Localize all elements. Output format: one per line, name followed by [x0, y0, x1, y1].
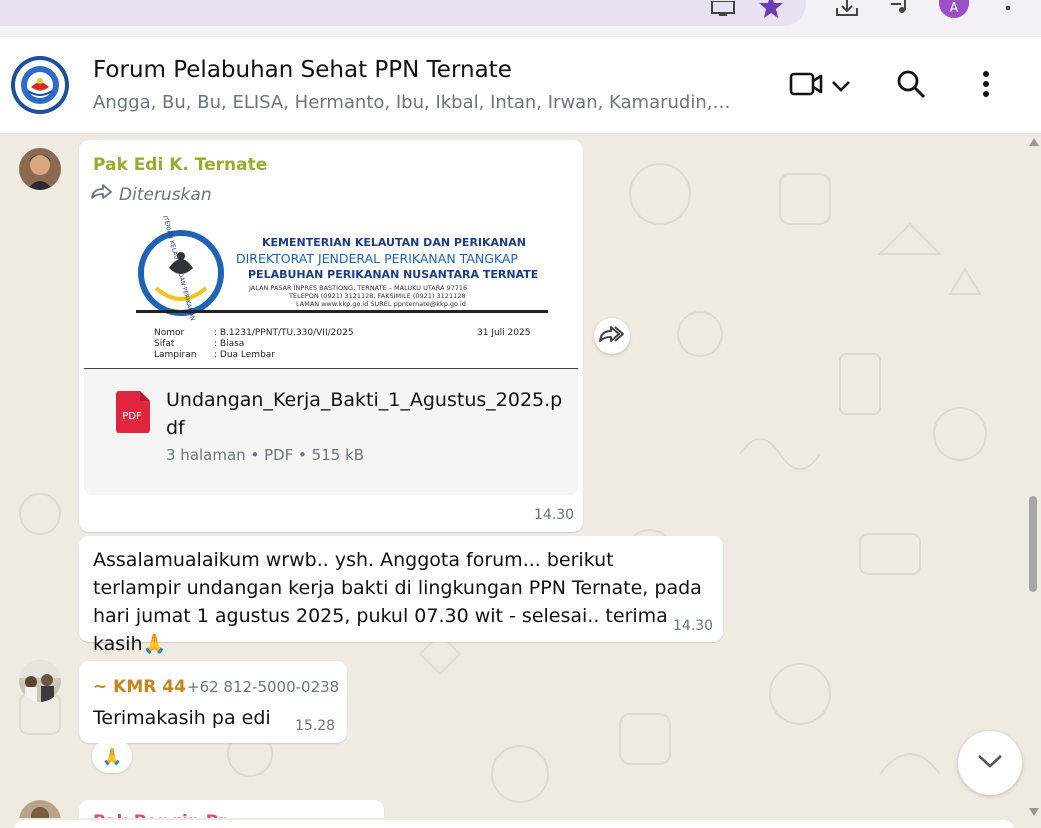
chat-header[interactable]: Forum Pelabuhan Sehat PPN Ternate Angga,…: [0, 37, 1041, 134]
message-bubble[interactable]: ~ KMR 44 +62 812-5000-0238 Terimakasih p…: [79, 661, 347, 743]
scroll-to-bottom-button[interactable]: [958, 731, 1022, 795]
message-text: Assalamualaikum wrwb.. ysh. Anggota foru…: [93, 549, 702, 655]
sender-avatar[interactable]: [19, 148, 61, 190]
document-filename[interactable]: Undangan_Kerja_Bakti_1_Agustus_2025.pdf: [166, 386, 566, 442]
scrollbar-thumb[interactable]: [1029, 496, 1037, 592]
letter-field-value: : Dua Lembar: [214, 350, 275, 360]
more-vertical-icon: [982, 70, 990, 102]
chat-panel[interactable]: Pak Edi K. Ternate Diteruskan KEMENTERIA…: [0, 134, 1041, 828]
forwarded-label: Diteruskan: [91, 184, 212, 205]
scroll-down-icon[interactable]: [1027, 806, 1041, 818]
scrollbar[interactable]: [1027, 134, 1041, 828]
group-avatar[interactable]: [9, 54, 71, 116]
letterhead-web: LAMAN www.kkp.go.id SUREL ppnternate@kkp…: [296, 300, 466, 308]
media-control-icon[interactable]: [885, 0, 915, 18]
pdf-icon-label: PDF: [122, 411, 142, 422]
bookmark-star-icon[interactable]: [756, 0, 786, 18]
browser-menu-icon[interactable]: [993, 0, 1023, 18]
message-bubble[interactable]: Assalamualaikum wrwb.. ysh. Anggota foru…: [79, 536, 723, 655]
letter-date: 31 Juli 2025: [477, 328, 531, 338]
document-preview[interactable]: KEMENTERIAN KELAUTAN DAN PERIKANAN KEMEN…: [84, 216, 578, 369]
address-bar-area: [0, 0, 806, 26]
scroll-up-icon[interactable]: [1027, 136, 1041, 148]
letterhead-line3: PELABUHAN PERIKANAN NUSANTARA TERNATE: [248, 268, 539, 281]
message-time: 14.30: [534, 507, 575, 523]
chat-title: Forum Pelabuhan Sehat PPN Ternate: [93, 57, 512, 83]
letterhead-line2: DIREKTORAT JENDERAL PERIKANAN TANGKAP: [236, 251, 518, 266]
pdf-file-icon: PDF: [114, 391, 150, 433]
search-icon: [896, 69, 926, 103]
profile-avatar[interactable]: A: [939, 0, 969, 18]
letterhead-address: JALAN PASAR INPRES BASTIONG, TERNATE – M…: [249, 284, 468, 292]
browser-toolbar: A: [0, 0, 1041, 36]
message-reaction[interactable]: 🙏: [92, 739, 132, 773]
chat-menu-button[interactable]: [970, 67, 1002, 105]
message-time: 15.28: [295, 718, 336, 734]
sender-name[interactable]: ~ KMR 44: [93, 677, 186, 697]
letter-field-label: Nomor: [154, 328, 185, 338]
message-bubble[interactable]: Pak Edi K. Ternate Diteruskan KEMENTERIA…: [79, 140, 583, 532]
cast-icon[interactable]: [708, 0, 738, 18]
message-text: Terimakasih pa edi: [93, 707, 271, 729]
chat-members: Angga, Bu, Bu, ELISA, Hermanto, Ibu, Ikb…: [93, 92, 733, 113]
message-time: 14.30: [673, 618, 714, 634]
video-camera-icon: [789, 71, 823, 101]
letter-field-label: Lampiran: [154, 350, 197, 360]
document-attachment[interactable]: PDF Undangan_Kerja_Bakti_1_Agustus_2025.…: [84, 369, 578, 495]
composer-box[interactable]: [14, 820, 1014, 828]
chevron-down-icon: [831, 77, 851, 96]
sender-name[interactable]: Pak Edi K. Ternate: [93, 155, 267, 175]
letterhead-divider: [136, 310, 548, 313]
sender-avatar[interactable]: [19, 660, 61, 702]
video-call-button[interactable]: [784, 69, 856, 103]
sender-phone: +62 812-5000-0238: [187, 678, 340, 696]
chevron-down-icon: [977, 753, 1003, 773]
download-icon[interactable]: [832, 0, 862, 18]
forward-icon: [599, 325, 625, 347]
document-meta: 3 halaman • PDF • 515 kB: [166, 446, 365, 464]
forward-button[interactable]: [594, 318, 630, 354]
letterhead-phone: TELEPON (0921) 3121128; FAKSIMILE (0921)…: [289, 292, 466, 300]
letter-field-value: : B.1231/PPNT/TU.330/VII/2025: [214, 328, 354, 338]
letterhead-line1: KEMENTERIAN KELAUTAN DAN PERIKANAN: [262, 236, 526, 249]
forwarded-icon: [91, 184, 113, 205]
search-button[interactable]: [892, 67, 930, 105]
letter-field-value: : Biasa: [214, 339, 245, 349]
letter-field-label: Sifat: [154, 339, 175, 349]
